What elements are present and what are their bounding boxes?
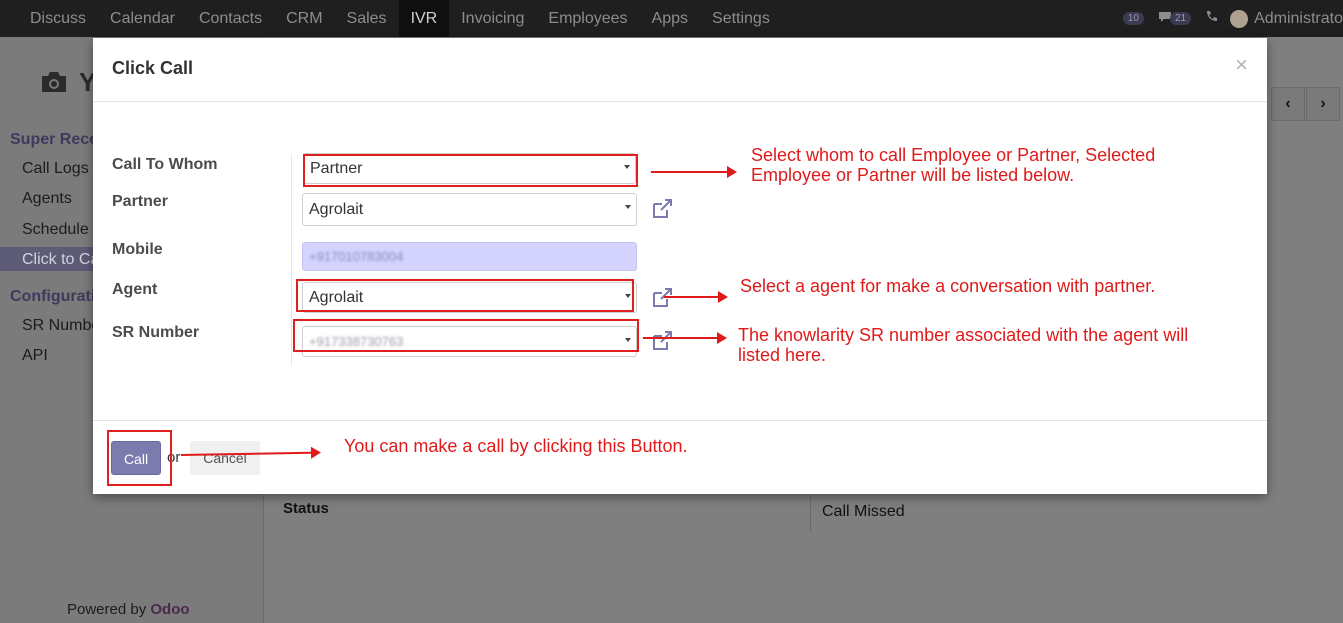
menu-sales[interactable]: Sales xyxy=(335,0,399,37)
menu-settings[interactable]: Settings xyxy=(700,0,782,37)
agent-label: Agent xyxy=(112,281,158,298)
annotation-arrow-call-to-whom xyxy=(651,166,737,178)
sidebar-item-click-to-call[interactable]: Click to Ca xyxy=(22,251,99,269)
dialog-footer: Call or Cancel You can make a call by cl… xyxy=(93,420,1267,495)
main-menu: Discuss Calendar Contacts CRM Sales IVR … xyxy=(18,0,782,37)
activity-badge[interactable]: 10 xyxy=(1122,12,1144,25)
menu-calendar[interactable]: Calendar xyxy=(98,0,187,37)
pager-prev-button[interactable]: ‹ xyxy=(1271,87,1305,121)
annotation-arrow-agent xyxy=(664,291,728,303)
partner-value: Agrolait xyxy=(309,201,364,218)
status-value: Call Missed xyxy=(822,503,905,520)
partner-select[interactable]: Agrolait xyxy=(302,193,637,226)
mobile-label: Mobile xyxy=(112,241,163,258)
chevron-down-icon xyxy=(625,205,631,209)
user-name[interactable]: Administrato xyxy=(1254,10,1343,28)
menu-invoicing[interactable]: Invoicing xyxy=(449,0,536,37)
sidebar-item-api[interactable]: API xyxy=(22,347,48,365)
dialog-header: Click Call × xyxy=(93,38,1267,102)
external-link-icon[interactable] xyxy=(651,288,673,308)
camera-icon xyxy=(40,70,68,99)
sr-number-label: SR Number xyxy=(112,324,200,341)
menu-employees[interactable]: Employees xyxy=(536,0,639,37)
annotation-sr-number: The knowlarity SR number associated with… xyxy=(738,325,1189,365)
user-avatar[interactable] xyxy=(1230,9,1249,28)
odoo-brand-link[interactable]: Odoo xyxy=(150,601,189,618)
powered-by: Powered by Odoo xyxy=(67,601,190,618)
sidebar-section-super-receptionist: Super Rece xyxy=(10,131,99,148)
mobile-value: +917010783004 xyxy=(309,249,404,264)
label-column-divider xyxy=(291,155,292,365)
messages-badge[interactable]: 21 xyxy=(1169,12,1192,25)
menu-discuss[interactable]: Discuss xyxy=(18,0,98,37)
mobile-field[interactable]: +917010783004 xyxy=(302,242,637,271)
phone-icon[interactable] xyxy=(1205,10,1218,28)
systray: 10 21 Administrato xyxy=(1122,0,1343,37)
form-divider xyxy=(810,496,811,532)
powered-by-label: Powered by xyxy=(67,601,147,618)
call-button-highlight xyxy=(107,430,172,486)
call-to-whom-label: Call To Whom xyxy=(112,156,218,173)
menu-crm[interactable]: CRM xyxy=(274,0,334,37)
pager-next-button[interactable]: › xyxy=(1306,87,1340,121)
partner-label: Partner xyxy=(112,193,169,210)
sidebar-section-configuration: Configurati xyxy=(10,288,96,305)
call-to-whom-highlight xyxy=(303,154,638,187)
external-link-icon[interactable] xyxy=(651,331,673,351)
menu-contacts[interactable]: Contacts xyxy=(187,0,274,37)
top-navbar: Discuss Calendar Contacts CRM Sales IVR … xyxy=(0,0,1343,37)
menu-apps[interactable]: Apps xyxy=(640,0,700,37)
agent-highlight xyxy=(296,279,634,312)
close-icon[interactable]: × xyxy=(1235,52,1248,78)
status-label: Status xyxy=(283,500,329,517)
annotation-arrow-sr-number xyxy=(643,332,727,344)
sidebar-item-agents[interactable]: Agents xyxy=(22,190,72,208)
cancel-button[interactable]: Cancel xyxy=(190,441,260,475)
sr-number-highlight xyxy=(293,319,639,352)
dialog-title: Click Call xyxy=(112,58,194,78)
external-link-icon[interactable] xyxy=(651,199,673,219)
sidebar-item-call-logs[interactable]: Call Logs xyxy=(22,160,89,178)
menu-ivr[interactable]: IVR xyxy=(398,0,450,37)
sidebar-item-schedule[interactable]: Schedule xyxy=(22,221,89,239)
annotation-call-to-whom: Select whom to call Employee or Partner,… xyxy=(751,145,1156,185)
click-call-dialog: Click Call × Call To Whom Partner Partne… xyxy=(93,38,1267,494)
annotation-call-button: You can make a call by clicking this But… xyxy=(344,436,688,456)
annotation-agent: Select a agent for make a conversation w… xyxy=(740,276,1156,296)
